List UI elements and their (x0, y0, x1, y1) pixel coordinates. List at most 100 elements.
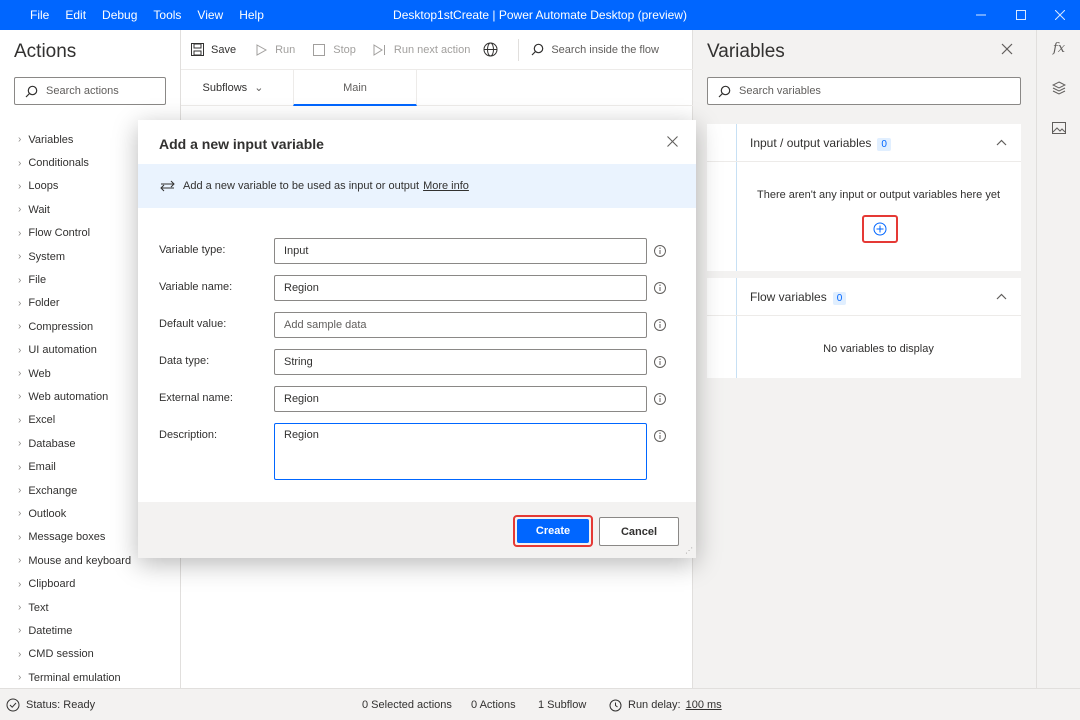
resize-grip-icon[interactable]: ⋰ (685, 546, 693, 555)
action-group-label: Flow Control (28, 227, 91, 240)
close-window-button[interactable] (1040, 0, 1080, 30)
action-group-label: Variables (28, 133, 74, 146)
flow-empty-message: No variables to display (823, 343, 934, 355)
run-button[interactable]: Run (253, 42, 295, 58)
action-group[interactable]: › Terminal emulation (0, 666, 180, 688)
info-icon[interactable] (653, 392, 667, 406)
search-actions-input[interactable]: Search actions (14, 77, 166, 105)
action-group[interactable]: › Clipboard (0, 572, 180, 595)
chevron-up-icon[interactable] (996, 289, 1007, 303)
stop-icon (311, 42, 327, 58)
status-bar: Status: Ready 0 Selected actions 0 Actio… (0, 688, 1080, 720)
description-field[interactable]: Region (274, 423, 647, 480)
io-variables-title: Input / output variables 0 (750, 136, 891, 151)
action-group-label: Conditionals (28, 157, 89, 170)
action-group-label: Folder (28, 297, 60, 310)
create-button[interactable]: Create (513, 515, 593, 547)
menu-help[interactable]: Help (239, 8, 264, 22)
add-circle-icon (873, 222, 887, 236)
cancel-button[interactable]: Cancel (599, 517, 679, 546)
variable-name-field[interactable]: Region (274, 275, 647, 301)
toolbar-divider (518, 38, 520, 61)
tab-subflows[interactable]: Subflows ⌄ (197, 70, 269, 106)
close-variables-button[interactable] (1001, 42, 1013, 60)
variables-panel: Variables Search variables Input / outpu… (693, 30, 1036, 688)
chevron-right-icon: › (18, 438, 22, 450)
chevron-down-icon: ⌄ (254, 82, 264, 94)
chevron-right-icon: › (18, 204, 22, 216)
run-label: Run (275, 43, 296, 56)
fx-icon[interactable]: fx (1037, 30, 1080, 66)
chevron-right-icon: › (18, 134, 22, 146)
data-type-label: Data type: (159, 355, 210, 367)
default-value-label: Default value: (159, 318, 227, 330)
status-text: Status: Ready (26, 699, 96, 711)
minimize-button[interactable] (961, 0, 1001, 30)
menu-file[interactable]: File (30, 8, 49, 22)
chevron-right-icon: › (18, 251, 22, 263)
info-icon[interactable] (653, 318, 667, 332)
variable-type-field[interactable]: Input (274, 238, 647, 264)
layers-icon[interactable] (1037, 70, 1080, 106)
action-group[interactable]: › CMD session (0, 643, 180, 666)
default-value-field[interactable]: Add sample data (274, 312, 647, 338)
search-variables-placeholder: Search variables (739, 85, 821, 97)
run-delay-link[interactable]: 100 ms (686, 699, 722, 711)
search-icon (529, 42, 545, 58)
action-group[interactable]: › Text (0, 596, 180, 619)
external-name-field[interactable]: Region (274, 386, 647, 412)
action-group-label: Mouse and keyboard (28, 554, 132, 567)
info-icon[interactable] (653, 281, 667, 295)
description-label: Description: (159, 429, 218, 441)
run-delay: Run delay: 100 ms (609, 689, 722, 720)
flow-variables-header[interactable]: Flow variables 0 (707, 278, 1021, 316)
menu-tools[interactable]: Tools (153, 8, 181, 22)
add-input-variable-dialog: Add a new input variable Add a new varia… (138, 120, 696, 558)
chevron-right-icon: › (18, 368, 22, 380)
toolbar: Save Run Stop Run next action Search ins… (181, 30, 693, 70)
dialog-title: Add a new input variable (159, 136, 324, 152)
swap-arrows-icon (160, 180, 175, 192)
actions-count: 0 Actions (471, 699, 516, 711)
variable-type-label: Variable type: (159, 244, 226, 256)
info-icon[interactable] (653, 429, 667, 443)
run-delay-label: Run delay: (628, 699, 681, 711)
menu-view[interactable]: View (197, 8, 223, 22)
action-group[interactable]: › Datetime (0, 619, 180, 642)
image-icon[interactable] (1037, 110, 1080, 146)
minimize-icon (976, 14, 986, 16)
menu-edit[interactable]: Edit (65, 8, 86, 22)
save-label: Save (211, 43, 237, 56)
menu-debug[interactable]: Debug (102, 8, 137, 22)
run-next-action-button[interactable]: Run next action (372, 42, 470, 58)
io-variables-header[interactable]: Input / output variables 0 (707, 124, 1021, 162)
add-io-variable-button[interactable] (862, 215, 898, 243)
step-icon (372, 42, 388, 58)
dialog-close-button[interactable] (667, 134, 678, 152)
action-group-label: Wait (28, 203, 50, 216)
save-button[interactable]: Save (189, 42, 236, 58)
chevron-up-icon[interactable] (996, 135, 1007, 149)
info-icon[interactable] (653, 355, 667, 369)
more-info-link[interactable]: More info (423, 180, 469, 192)
chevron-right-icon: › (18, 321, 22, 333)
create-label: Create (517, 519, 589, 543)
close-icon (1055, 10, 1065, 20)
maximize-button[interactable] (1001, 0, 1041, 30)
action-group-label: Excel (28, 414, 56, 427)
action-group-label: CMD session (28, 648, 94, 661)
action-group-label: Terminal emulation (28, 671, 121, 684)
search-flow-input[interactable]: Search inside the flow (529, 42, 659, 58)
data-type-field[interactable]: String (274, 349, 647, 375)
maximize-icon (1016, 10, 1026, 20)
chevron-right-icon: › (18, 344, 22, 356)
flow-variables-label: Flow variables (750, 290, 827, 304)
stop-button[interactable]: Stop (311, 42, 356, 58)
search-variables-input[interactable]: Search variables (707, 77, 1021, 105)
chevron-right-icon: › (18, 672, 22, 684)
save-icon (189, 42, 205, 58)
info-icon[interactable] (653, 244, 667, 258)
web-recorder-button[interactable] (482, 42, 504, 58)
count-badge: 0 (877, 138, 891, 151)
tab-main[interactable]: Main (293, 70, 417, 106)
